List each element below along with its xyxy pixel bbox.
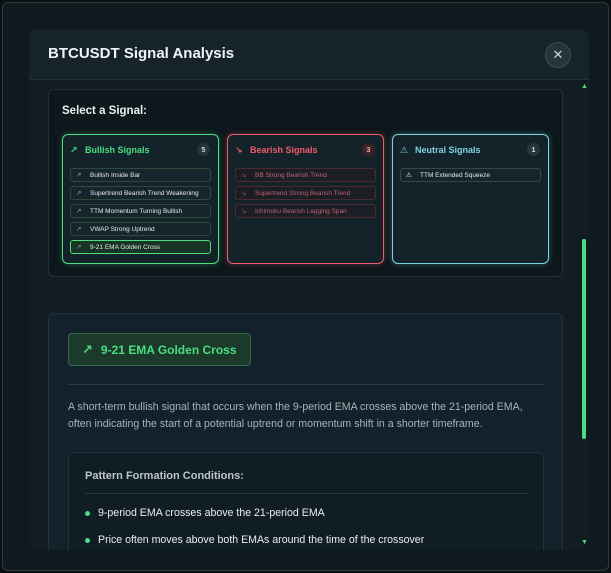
signal-description: A short-term bullish signal that occurs … [68, 401, 523, 430]
signal-item-supertrend-weakening[interactable]: ↗ Supertrend Bearish Trend Weakening [70, 186, 211, 200]
app-frame: BTCUSDT Signal Analysis ✕ Select a Signa… [2, 2, 609, 571]
trending-down-icon: ↘ [241, 208, 247, 215]
bearish-signals-group: ↘ Bearish Signals 3 ↘ BB Strong Bearish T… [227, 134, 384, 264]
list-item: Price often moves above both EMAs around… [85, 533, 535, 547]
trending-up-icon: ↗ [82, 341, 93, 357]
scroll-down-icon[interactable]: ▼ [581, 539, 588, 546]
trending-down-icon: ↘ [241, 190, 247, 197]
scrollbar-thumb[interactable] [582, 239, 586, 439]
count-badge: 1 [527, 143, 540, 156]
trending-up-icon: ↗ [76, 226, 82, 233]
group-label: Bullish Signals [85, 145, 150, 155]
modal-header: BTCUSDT Signal Analysis ✕ [29, 29, 589, 80]
signal-analysis-modal: BTCUSDT Signal Analysis ✕ Select a Signa… [29, 29, 589, 550]
signal-item-supertrend-bearish[interactable]: ↘ Supertrend Strong Bearish Trend [235, 186, 376, 200]
trending-up-icon: ↗ [76, 244, 82, 251]
count-badge: 3 [362, 143, 375, 156]
signal-detail: ↗ 9-21 EMA Golden Cross A short-term bul… [48, 313, 563, 550]
close-button[interactable]: ✕ [545, 42, 571, 68]
bullish-signals-group: ↗ Bullish Signals 5 ↗ Bullish Inside Bar … [62, 134, 219, 264]
signal-item-ttm-squeeze[interactable]: ⚠ TTM Extended Squeeze [400, 168, 541, 182]
group-header: ⚠ Neutral Signals 1 [400, 143, 540, 157]
signal-item-ema-golden-cross[interactable]: ↗ 9-21 EMA Golden Cross [70, 240, 211, 254]
group-label: Bearish Signals [250, 145, 318, 155]
group-label: Neutral Signals [415, 145, 481, 155]
conditions-title: Pattern Formation Conditions: [85, 470, 244, 482]
trending-up-icon: ↗ [76, 190, 82, 197]
conditions-card: Pattern Formation Conditions: 9-period E… [68, 452, 544, 550]
trending-down-icon: ↘ [241, 172, 247, 179]
trending-up-icon: ↗ [76, 208, 82, 215]
trending-up-icon: ↗ [76, 172, 82, 179]
modal-title: BTCUSDT Signal Analysis [48, 45, 235, 62]
divider [85, 493, 529, 494]
signal-item-bb-bearish[interactable]: ↘ BB Strong Bearish Trend [235, 168, 376, 182]
signal-item-bullish-inside-bar[interactable]: ↗ Bullish Inside Bar [70, 168, 211, 182]
warning-icon: ⚠ [406, 172, 412, 179]
list-item: 9-period EMA crosses above the 21-period… [85, 506, 535, 520]
close-icon: ✕ [552, 47, 564, 62]
group-header: ↘ Bearish Signals 3 [235, 143, 375, 157]
trending-up-icon: ↗ [70, 144, 78, 155]
scroll-up-icon[interactable]: ▲ [581, 83, 588, 90]
trending-down-icon: ↘ [235, 144, 243, 155]
selected-signal-badge: ↗ 9-21 EMA Golden Cross [68, 333, 251, 366]
signal-item-vwap-uptrend[interactable]: ↗ VWAP Strong Uptrend [70, 222, 211, 236]
signal-item-ttm-momentum[interactable]: ↗ TTM Momentum Turning Bullish [70, 204, 211, 218]
neutral-signals-group: ⚠ Neutral Signals 1 ⚠ TTM Extended Squeez… [392, 134, 549, 264]
divider [68, 384, 545, 385]
bullet-icon [85, 537, 90, 543]
signal-item-ichimoku-bearish[interactable]: ↘ Ichimoku Bearish Lagging Span [235, 204, 376, 218]
bullet-icon [85, 510, 90, 516]
conditions-list: 9-period EMA crosses above the 21-period… [85, 506, 535, 550]
signal-selector: Select a Signal: ↗ Bullish Signals 5 ↗ Bu… [48, 89, 563, 277]
selector-title: Select a Signal: [62, 105, 148, 117]
warning-icon: ⚠ [400, 144, 409, 155]
scrollbar[interactable]: ▲ ▼ [581, 83, 588, 547]
group-header: ↗ Bullish Signals 5 [70, 143, 210, 157]
count-badge: 5 [197, 143, 210, 156]
signal-name: 9-21 EMA Golden Cross [100, 342, 237, 357]
